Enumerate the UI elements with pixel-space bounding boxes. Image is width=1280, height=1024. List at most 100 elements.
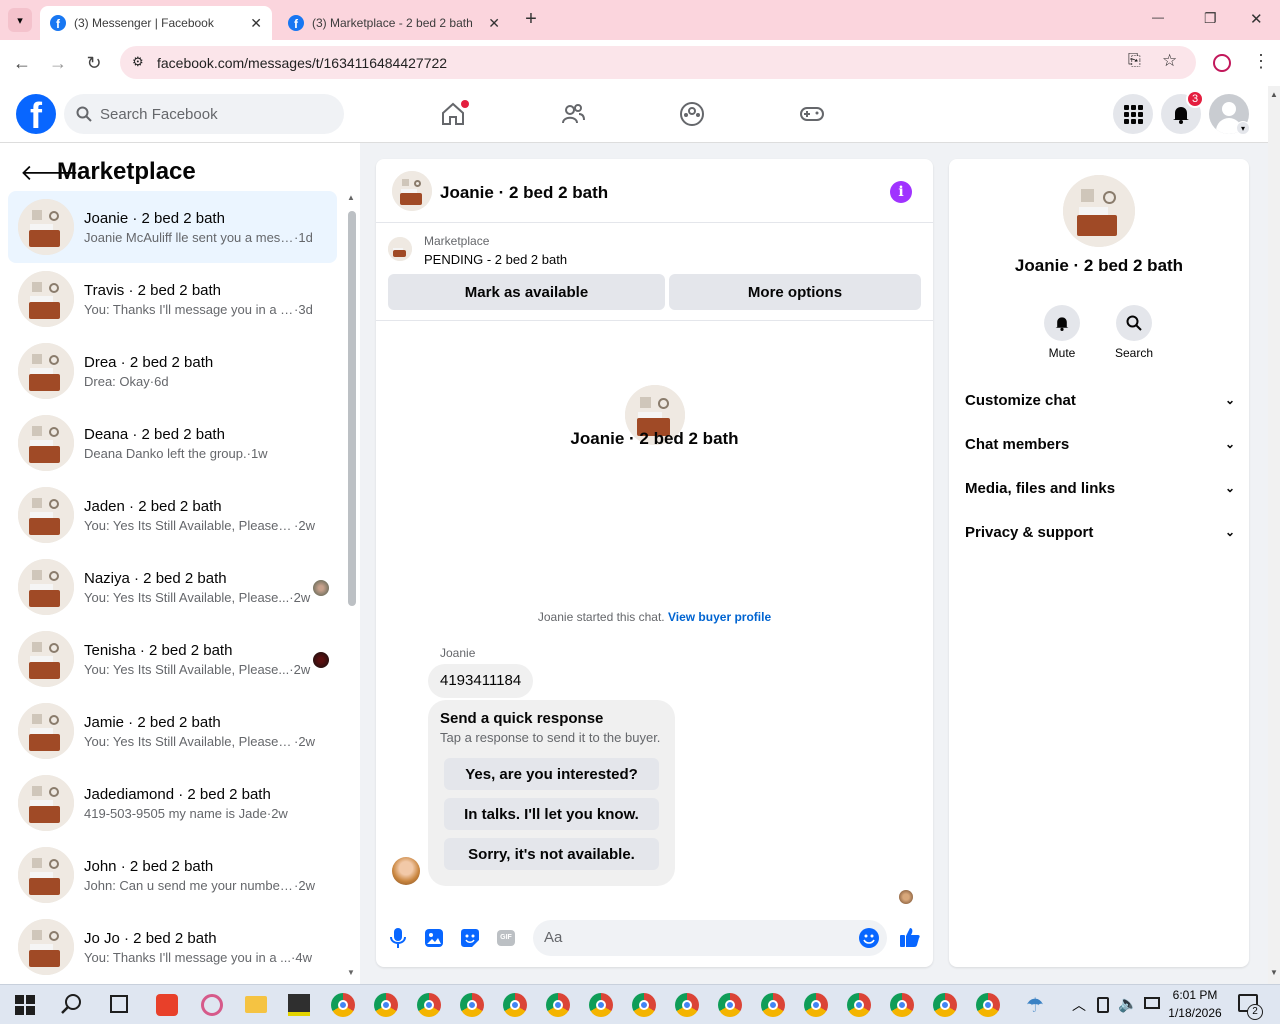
conversation-item[interactable]: Jo Jo · 2 bed 2 bath You: Thanks I'll mes…	[8, 911, 337, 983]
chrome-window-icon[interactable]	[718, 993, 742, 1017]
message-composer[interactable]: Aa	[533, 920, 887, 956]
quick-reply-yes-button[interactable]: Yes, are you interested?	[444, 758, 659, 790]
chrome-window-icon[interactable]	[933, 993, 957, 1017]
conversation-item[interactable]: Naziya · 2 bed 2 bath You: Yes Its Still …	[8, 551, 337, 623]
chat-title[interactable]: Joanie · 2 bed 2 bath	[440, 183, 608, 203]
menu-grid-button[interactable]	[1113, 94, 1153, 134]
groups-icon[interactable]	[672, 94, 712, 134]
quick-reply-not-available-button[interactable]: Sorry, it's not available.	[444, 838, 659, 870]
tab-messenger[interactable]: f (3) Messenger | Facebook ✕	[40, 6, 272, 40]
home-icon[interactable]	[433, 94, 473, 134]
chrome-window-icon[interactable]	[331, 993, 355, 1017]
chrome-window-icon[interactable]	[675, 993, 699, 1017]
gaming-icon[interactable]	[792, 94, 832, 134]
restore-button[interactable]: ❐	[1204, 10, 1217, 27]
media-files-links-row[interactable]: Media, files and links ⌄	[965, 468, 1235, 508]
windows-start-icon[interactable]	[15, 995, 35, 1018]
chrome-window-icon[interactable]	[374, 993, 398, 1017]
bookmark-star-icon[interactable]: ☆	[1162, 51, 1177, 71]
conversation-item[interactable]: Jaden · 2 bed 2 bath You: Yes Its Still A…	[8, 479, 337, 551]
chrome-window-icon[interactable]	[546, 993, 570, 1017]
quick-reply-in-talks-button[interactable]: In talks. I'll let you know.	[444, 798, 659, 830]
install-app-icon[interactable]: ⎘	[1128, 52, 1141, 70]
friends-icon[interactable]	[553, 94, 593, 134]
app-icon[interactable]	[201, 994, 223, 1016]
scrollbar-up-arrow[interactable]: ▲	[347, 193, 355, 202]
conversation-item[interactable]: Jadediamond · 2 bed 2 bath 419-503-9505 m…	[8, 767, 337, 839]
new-tab-button[interactable]: +	[520, 8, 542, 32]
chrome-window-icon[interactable]	[761, 993, 785, 1017]
sticky-notes-icon[interactable]	[288, 994, 310, 1016]
emoji-icon[interactable]	[859, 928, 879, 948]
close-tab-icon[interactable]: ✕	[488, 15, 500, 32]
tray-chevron-up-icon[interactable]: ︿	[1072, 995, 1086, 1015]
close-window-button[interactable]: ✕	[1250, 10, 1263, 28]
volume-icon[interactable]: 🔈	[1118, 994, 1138, 1014]
sticker-icon[interactable]	[460, 928, 480, 951]
conversation-item[interactable]: Tenisha · 2 bed 2 bath You: Yes Its Still…	[8, 623, 337, 695]
weather-icon[interactable]: ☂	[1026, 993, 1044, 1018]
task-view-icon[interactable]	[110, 995, 128, 1013]
account-chevron-down-icon[interactable]: ▾	[1236, 121, 1250, 135]
conversation-avatar	[18, 775, 74, 831]
listing-status: PENDING - 2 bed 2 bath	[424, 252, 568, 267]
message-bubble[interactable]: 4193411184	[428, 664, 534, 698]
mute-button[interactable]: Mute	[1043, 305, 1081, 360]
conversation-item[interactable]: Deana · 2 bed 2 bath Deana Danko left the…	[8, 407, 337, 479]
view-buyer-profile-link[interactable]: View buyer profile	[668, 610, 771, 624]
site-info-icon[interactable]: ⚙	[132, 54, 144, 70]
chrome-window-icon[interactable]	[976, 993, 1000, 1017]
chat-avatar[interactable]	[392, 171, 432, 211]
page-scrollbar[interactable]: ▲ ▼	[1268, 86, 1280, 984]
tab-marketplace[interactable]: f (3) Marketplace - 2 bed 2 bath ✕	[278, 6, 510, 40]
clock-date[interactable]: 1/18/2026	[1166, 1006, 1224, 1020]
conversation-avatar	[18, 343, 74, 399]
chat-members-row[interactable]: Chat members ⌄	[965, 424, 1235, 464]
more-options-button[interactable]: More options	[669, 274, 921, 310]
info-icon[interactable]: i	[890, 181, 912, 203]
conversation-item[interactable]: Travis · 2 bed 2 bath You: Thanks I'll me…	[8, 263, 337, 335]
chrome-window-icon[interactable]	[589, 993, 613, 1017]
chrome-window-icon[interactable]	[503, 993, 527, 1017]
search-in-conversation-button[interactable]: Search	[1112, 305, 1156, 360]
forward-arrow-icon[interactable]: →	[45, 50, 71, 76]
conversation-item[interactable]: Joanie · 2 bed 2 bath Joanie McAuliff lle…	[8, 191, 337, 263]
conversation-item[interactable]: Jamie · 2 bed 2 bath You: Yes Its Still A…	[8, 695, 337, 767]
browser-menu-icon[interactable]: ⋮	[1252, 51, 1270, 72]
mark-available-button[interactable]: Mark as available	[388, 274, 665, 310]
photo-icon[interactable]	[424, 928, 444, 951]
battery-icon[interactable]	[1097, 997, 1109, 1013]
profile-icon[interactable]	[1213, 54, 1231, 72]
scrollbar-down-arrow[interactable]: ▼	[347, 968, 355, 977]
chrome-window-icon[interactable]	[632, 993, 656, 1017]
customize-chat-row[interactable]: Customize chat ⌄	[965, 380, 1235, 420]
chrome-window-icon[interactable]	[460, 993, 484, 1017]
minimize-button[interactable]: —	[1152, 10, 1164, 24]
info-avatar[interactable]	[1063, 175, 1135, 247]
chrome-window-icon[interactable]	[804, 993, 828, 1017]
app-icon[interactable]	[156, 994, 178, 1016]
conversation-item[interactable]: John · 2 bed 2 bath John: Can u send me y…	[8, 839, 337, 911]
microphone-icon[interactable]	[388, 927, 408, 952]
back-arrow-icon[interactable]: ←	[9, 50, 35, 76]
chrome-window-icon[interactable]	[890, 993, 914, 1017]
search-input[interactable]: Search Facebook	[64, 94, 344, 134]
conversation-item[interactable]: Drea · 2 bed 2 bath Drea: Okay · 6d	[8, 335, 337, 407]
facebook-logo[interactable]: f	[16, 94, 56, 134]
scrollbar-thumb[interactable]	[348, 211, 356, 606]
chrome-window-icon[interactable]	[417, 993, 441, 1017]
taskbar-search-icon[interactable]	[61, 993, 83, 1018]
listing-thumbnail[interactable]	[388, 237, 412, 261]
sender-avatar[interactable]	[392, 857, 420, 885]
clock-time[interactable]: 6:01 PM	[1168, 988, 1222, 1002]
thumbs-up-icon[interactable]	[899, 926, 921, 951]
reload-icon[interactable]: ↻	[81, 50, 107, 76]
privacy-support-row[interactable]: Privacy & support ⌄	[965, 512, 1235, 552]
network-icon[interactable]	[1144, 997, 1160, 1009]
tab-list-chevron-icon[interactable]: ▾	[8, 8, 32, 32]
gif-icon[interactable]: GIF	[497, 930, 515, 946]
url-field[interactable]: ⚙ facebook.com/messages/t/16341164844277…	[120, 46, 1196, 79]
close-tab-icon[interactable]: ✕	[250, 15, 262, 32]
file-explorer-icon[interactable]	[245, 996, 267, 1013]
chrome-window-icon[interactable]	[847, 993, 871, 1017]
